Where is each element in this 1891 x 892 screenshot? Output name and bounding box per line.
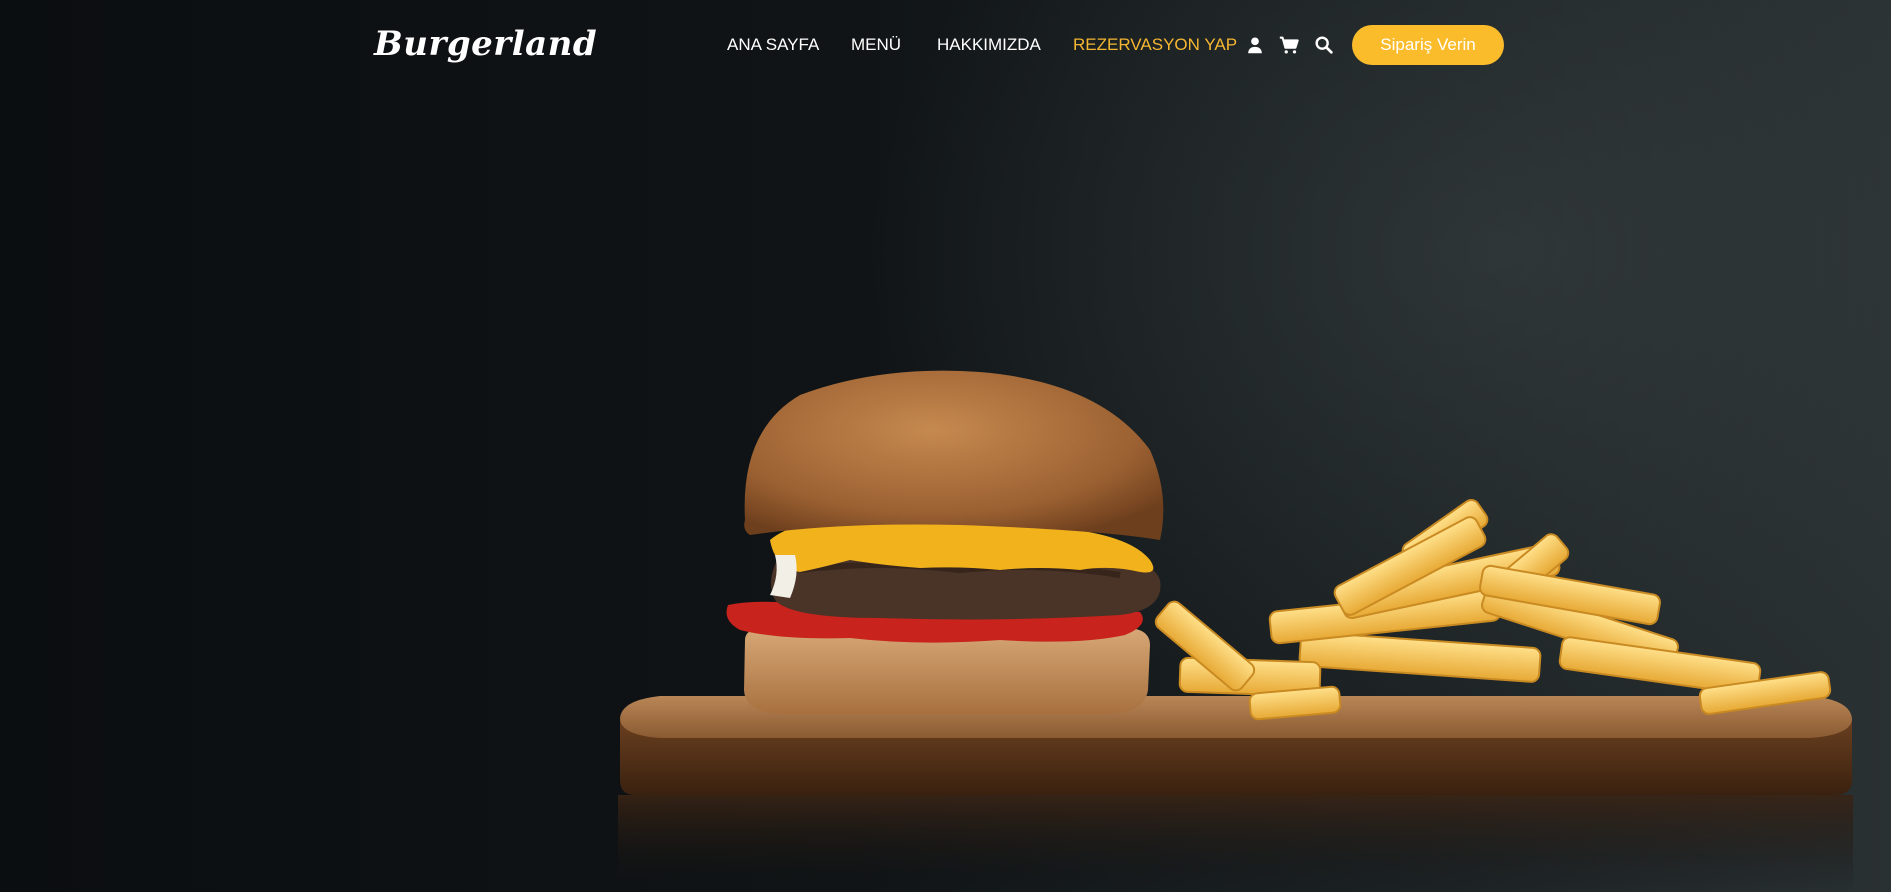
nav-link-ana-sayfa[interactable]: ANA SAYFA (727, 35, 819, 55)
main-navbar: Burgerland ANA SAYFA MENÜ HAKKIMIZDA REZ… (0, 0, 1891, 90)
nav-link-hakkimizda[interactable]: HAKKIMIZDA (937, 35, 1041, 55)
brand-logo[interactable]: Burgerland (374, 24, 597, 64)
nav-link-rezervasyon[interactable]: REZERVASYON YAP (1073, 35, 1237, 55)
hero-image-burger-fries (618, 370, 1853, 892)
hero-section (0, 0, 1891, 892)
order-button[interactable]: Sipariş Verin (1352, 25, 1504, 65)
user-icon[interactable] (1244, 34, 1266, 56)
nav-link-menu[interactable]: MENÜ (851, 35, 901, 55)
search-icon[interactable] (1313, 34, 1335, 56)
cart-icon[interactable] (1278, 34, 1300, 56)
